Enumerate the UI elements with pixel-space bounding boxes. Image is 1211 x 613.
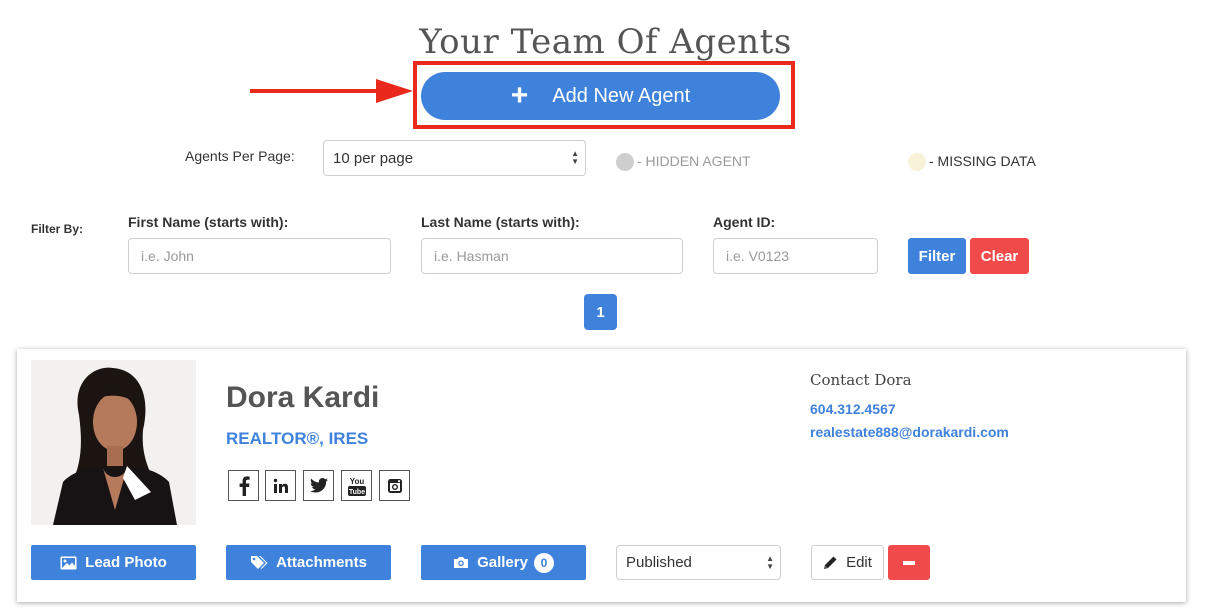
pencil-icon	[824, 556, 837, 569]
agent-name: Dora Kardi	[226, 381, 380, 414]
agents-per-page-select[interactable]: 10 per page ▲ ▼	[323, 140, 586, 176]
agents-per-page-label: Agents Per Page:	[185, 148, 295, 164]
plus-icon: +	[510, 79, 529, 112]
agent-card: Dora Kardi REALTOR®, IRES You Tube Contac…	[17, 349, 1186, 602]
instagram-icon[interactable]	[379, 470, 410, 501]
image-icon	[60, 556, 77, 569]
tags-icon	[251, 555, 268, 569]
agent-id-input[interactable]	[713, 238, 878, 274]
gallery-button[interactable]: Gallery 0	[421, 545, 586, 580]
facebook-icon[interactable]	[228, 470, 259, 501]
missing-data-dot	[908, 153, 926, 171]
status-select[interactable]: Published ▲ ▼	[616, 545, 781, 580]
clear-button[interactable]: Clear	[970, 238, 1029, 274]
status-value: Published	[626, 554, 692, 571]
page-button-1[interactable]: 1	[584, 294, 617, 330]
lead-photo-label: Lead Photo	[85, 554, 167, 571]
delete-button[interactable]	[888, 545, 930, 580]
page-title: Your Team Of Agents	[419, 22, 792, 62]
youtube-icon[interactable]: You Tube	[341, 470, 372, 501]
edit-label: Edit	[846, 554, 872, 571]
agent-portrait-icon	[31, 360, 196, 525]
annotation-arrow-icon	[250, 79, 413, 103]
filter-by-label: Filter By:	[31, 222, 84, 236]
hidden-agent-dot	[616, 153, 634, 171]
contact-email-link[interactable]: realestate888@dorakardi.com	[810, 424, 1009, 440]
svg-text:You: You	[349, 477, 364, 486]
svg-text:Tube: Tube	[348, 489, 364, 496]
attachments-label: Attachments	[276, 554, 367, 571]
hidden-agent-legend: - HIDDEN AGENT	[637, 153, 751, 169]
gallery-label: Gallery	[477, 554, 528, 571]
agents-per-page-value: 10 per page	[333, 149, 414, 167]
select-arrows-icon: ▲ ▼	[571, 149, 579, 166]
add-new-agent-label: Add New Agent	[552, 84, 691, 107]
last-name-input[interactable]	[421, 238, 683, 274]
linkedin-icon[interactable]	[265, 470, 296, 501]
contact-phone-link[interactable]: 604.312.4567	[810, 401, 896, 417]
filter-button[interactable]: Filter	[908, 238, 966, 274]
missing-data-legend: - MISSING DATA	[929, 153, 1036, 169]
last-name-label: Last Name (starts with):	[421, 214, 580, 230]
lead-photo-button[interactable]: Lead Photo	[31, 545, 196, 580]
minus-icon	[903, 560, 915, 565]
agent-title: REALTOR®, IRES	[226, 429, 369, 448]
first-name-input[interactable]	[128, 238, 391, 274]
select-arrows-icon: ▲ ▼	[766, 553, 774, 571]
gallery-count-badge: 0	[533, 552, 554, 573]
attachments-button[interactable]: Attachments	[226, 545, 391, 580]
edit-button[interactable]: Edit	[811, 545, 884, 580]
agent-id-label: Agent ID:	[713, 214, 776, 230]
first-name-label: First Name (starts with):	[128, 214, 289, 230]
contact-heading: Contact Dora	[810, 371, 912, 389]
twitter-icon[interactable]	[303, 470, 334, 501]
add-new-agent-button[interactable]: + Add New Agent	[421, 72, 780, 120]
camera-icon	[454, 557, 469, 568]
agent-photo	[31, 360, 196, 525]
